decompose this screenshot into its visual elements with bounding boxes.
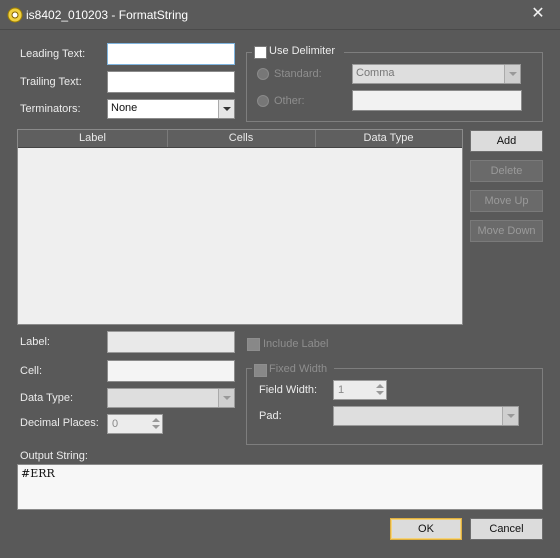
leading-text-input[interactable] bbox=[107, 43, 235, 65]
add-button[interactable]: Add bbox=[470, 130, 543, 152]
chevron-down-icon[interactable] bbox=[218, 389, 234, 407]
include-label-checkbox[interactable] bbox=[247, 338, 260, 351]
data-type-label: Data Type: bbox=[20, 392, 73, 404]
include-label-label: Include Label bbox=[263, 338, 329, 350]
column-header-label[interactable]: Label bbox=[18, 130, 168, 147]
cancel-button[interactable]: Cancel bbox=[470, 518, 543, 540]
item-label-input[interactable] bbox=[107, 331, 235, 353]
pad-select[interactable] bbox=[333, 406, 519, 426]
trailing-text-value bbox=[108, 72, 234, 78]
app-icon bbox=[7, 7, 23, 23]
decimal-places-label: Decimal Places: bbox=[20, 417, 99, 429]
other-radio[interactable] bbox=[257, 95, 269, 107]
leading-text-label: Leading Text: bbox=[20, 48, 86, 60]
terminators-value: None bbox=[111, 102, 138, 114]
move-down-button[interactable]: Move Down bbox=[470, 220, 543, 242]
terminators-select[interactable]: None bbox=[107, 99, 235, 119]
data-type-select[interactable] bbox=[107, 388, 235, 408]
decimal-places-stepper[interactable]: 0 bbox=[107, 414, 163, 434]
trailing-text-label: Trailing Text: bbox=[20, 76, 82, 88]
spin-down-icon[interactable] bbox=[151, 424, 161, 431]
item-label-value bbox=[108, 332, 234, 338]
table-header: Label Cells Data Type bbox=[18, 130, 462, 148]
fixed-width-checkbox[interactable] bbox=[254, 364, 267, 377]
trailing-text-input[interactable] bbox=[107, 71, 235, 93]
fields-table[interactable]: Label Cells Data Type bbox=[17, 129, 463, 325]
column-header-cells[interactable]: Cells bbox=[167, 130, 316, 147]
use-delimiter-label: Use Delimiter bbox=[269, 45, 336, 57]
item-label-label: Label: bbox=[20, 336, 50, 348]
leading-text-value bbox=[108, 44, 234, 50]
title-bar: is8402_010203 - FormatString ✕ bbox=[0, 0, 560, 30]
use-delimiter-checkbox[interactable] bbox=[254, 46, 267, 59]
move-up-button[interactable]: Move Up bbox=[470, 190, 543, 212]
output-string-label: Output String: bbox=[20, 450, 88, 462]
chevron-down-icon[interactable] bbox=[504, 65, 520, 83]
decimal-places-value: 0 bbox=[112, 418, 119, 430]
standard-value: Comma bbox=[356, 67, 395, 79]
cell-input[interactable] bbox=[107, 360, 235, 382]
chevron-down-icon[interactable] bbox=[218, 100, 234, 118]
other-label: Other: bbox=[274, 95, 305, 107]
spin-up-icon[interactable] bbox=[375, 383, 385, 390]
standard-radio[interactable] bbox=[257, 68, 269, 80]
cell-value bbox=[108, 361, 234, 367]
fixed-width-label: Fixed Width bbox=[269, 363, 328, 375]
cell-label: Cell: bbox=[20, 365, 43, 377]
chevron-down-icon[interactable] bbox=[502, 407, 518, 425]
standard-select[interactable]: Comma bbox=[352, 64, 521, 84]
column-header-data-type[interactable]: Data Type bbox=[315, 130, 462, 147]
other-value bbox=[353, 91, 521, 97]
spin-down-icon[interactable] bbox=[375, 390, 385, 397]
close-icon[interactable]: ✕ bbox=[530, 6, 546, 22]
window-title: is8402_010203 - FormatString bbox=[26, 8, 189, 22]
output-string-value: #ERR bbox=[21, 467, 55, 480]
delete-button[interactable]: Delete bbox=[470, 160, 543, 182]
other-input[interactable] bbox=[352, 90, 522, 111]
spin-up-icon[interactable] bbox=[151, 417, 161, 424]
field-width-label: Field Width: bbox=[259, 384, 318, 396]
fixed-width-header: Fixed Width bbox=[252, 362, 334, 378]
standard-label: Standard: bbox=[274, 68, 322, 80]
field-width-stepper[interactable]: 1 bbox=[333, 380, 387, 400]
output-string-field: #ERR bbox=[17, 464, 543, 510]
ok-button[interactable]: OK bbox=[390, 518, 462, 540]
pad-label: Pad: bbox=[259, 410, 282, 422]
delimiter-group-header: Use Delimiter bbox=[252, 44, 344, 60]
delimiter-group bbox=[246, 52, 543, 122]
field-width-value: 1 bbox=[338, 384, 345, 396]
terminators-label: Terminators: bbox=[20, 103, 81, 115]
